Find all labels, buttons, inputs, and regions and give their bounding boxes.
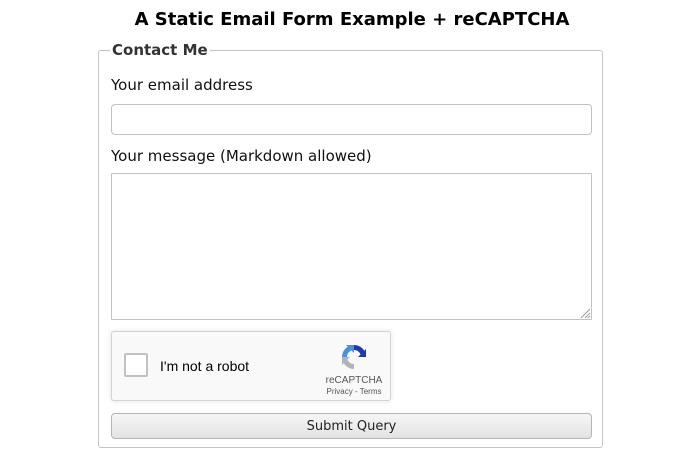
submit-button[interactable]: Submit Query (111, 413, 592, 439)
recaptcha-logo-icon (342, 345, 366, 369)
page-title: A Static Email Form Example + reCAPTCHA (134, 9, 570, 30)
message-textarea[interactable] (111, 173, 592, 320)
recaptcha-checkbox[interactable] (124, 353, 148, 377)
message-label: Your message (Markdown allowed) (111, 147, 372, 165)
recaptcha-label: I'm not a robot (160, 358, 250, 374)
recaptcha-links: Privacy - Terms (320, 387, 388, 396)
email-label: Your email address (111, 76, 253, 94)
page: A Static Email Form Example + reCAPTCHA … (0, 0, 700, 463)
privacy-link[interactable]: Privacy (327, 387, 353, 396)
resize-handle-icon[interactable] (579, 307, 591, 319)
email-input[interactable] (111, 104, 592, 135)
links-separator: - (352, 387, 360, 396)
recaptcha-brand: reCAPTCHA (325, 375, 383, 386)
fieldset-legend: Contact Me (110, 41, 210, 59)
recaptcha-widget: I'm not a robot reCAPTCHA Privacy - Term… (111, 331, 391, 401)
terms-link[interactable]: Terms (360, 387, 382, 396)
